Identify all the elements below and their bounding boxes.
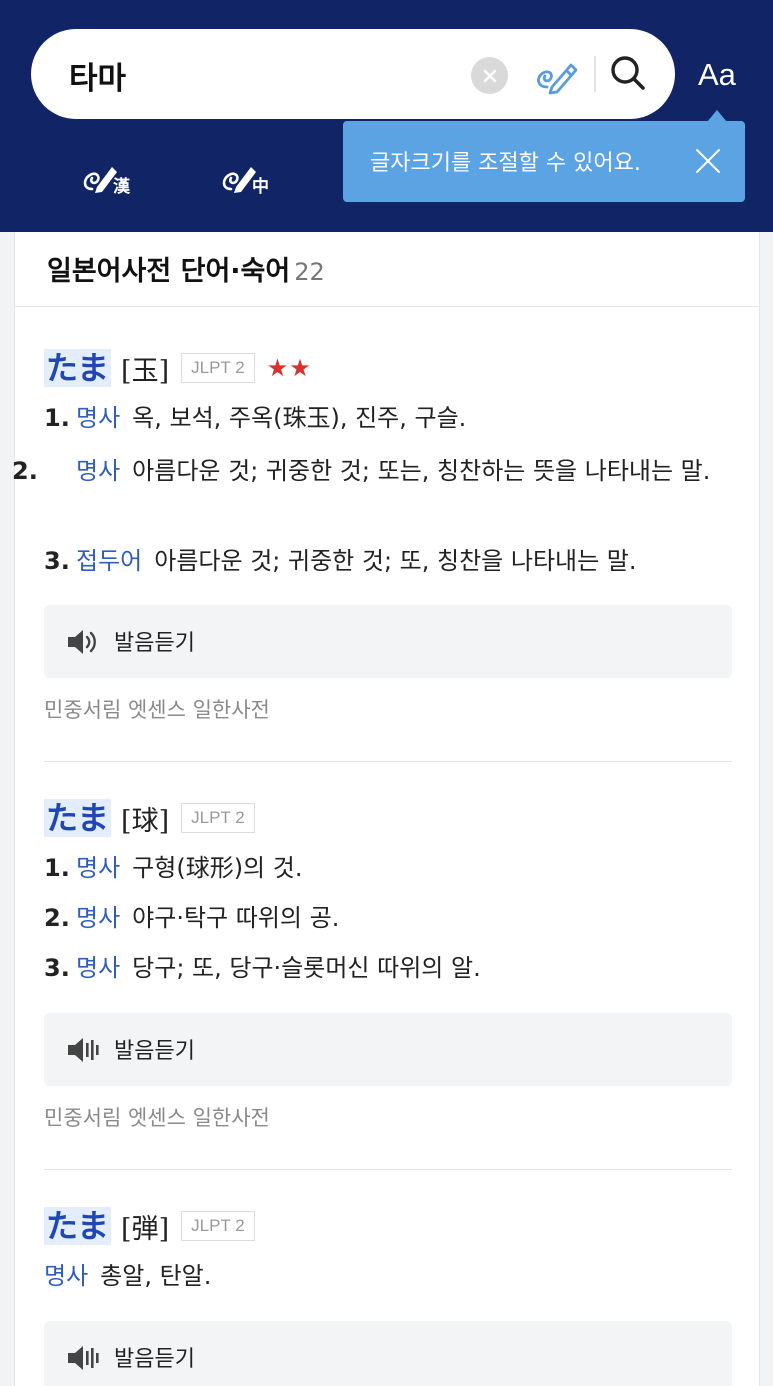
sense-number: 1. — [44, 854, 70, 882]
sense-text: 야구·탁구 따위의 공. — [132, 904, 340, 932]
chinese-handwriting-icon[interactable]: 中 — [221, 153, 277, 197]
sense-text: 구형(球形)의 것. — [132, 854, 303, 882]
pronunciation-button[interactable]: 발음듣기 — [44, 605, 732, 678]
headword-kana[interactable]: たま — [44, 799, 112, 837]
results-card: 일본어사전 단어·숙어 22 たま [玉] JLPT 2 ★★ 1. 명사 옥, 보석… — [12, 232, 760, 1386]
sense-item: 1. 명사 옥, 보석, 주옥(珠玉), 진주, 구슬. — [44, 395, 732, 441]
pronunciation-label: 발음듣기 — [114, 1347, 195, 1372]
sense-text: 당구; 또, 당구·슬롯머신 따위의 알. — [132, 954, 481, 982]
svg-text:漢: 漢 — [113, 176, 131, 197]
dictionary-source: 민중서림 엣센스 일한사전 — [44, 698, 270, 722]
hanja-handwriting-icon[interactable]: 漢 — [82, 153, 138, 197]
sense-number: 2. — [12, 457, 38, 485]
sense-text: 총알, 탄알. — [100, 1262, 212, 1290]
pronunciation-button[interactable]: 발음듣기 — [44, 1321, 732, 1386]
headword-kana[interactable]: たま — [44, 349, 112, 387]
headword-kana[interactable]: たま — [44, 1207, 112, 1245]
sense-item: 명사 총알, 탄알. — [44, 1253, 732, 1299]
clear-search-button[interactable] — [471, 57, 508, 94]
sense-number: 3. — [44, 954, 70, 982]
result-count: 22 — [294, 258, 325, 286]
pronunciation-button[interactable]: 발음듣기 — [44, 1013, 732, 1086]
headword[interactable]: たま [玉] JLPT 2 ★★ — [44, 348, 312, 388]
sense-number: 2. — [44, 904, 70, 932]
entry-divider — [44, 1169, 732, 1170]
speaker-icon — [68, 630, 96, 654]
divider — [15, 306, 759, 307]
headword[interactable]: たま [球] JLPT 2 — [44, 798, 255, 838]
jlpt-badge: JLPT 2 — [181, 353, 255, 383]
section-title: 일본어사전 단어·숙어 22 — [47, 249, 325, 288]
close-icon[interactable] — [695, 148, 721, 174]
part-of-speech-link[interactable]: 명사 — [76, 954, 120, 982]
part-of-speech-link[interactable]: 접두어 — [76, 547, 142, 575]
section-title-text: 일본어사전 단어·숙어 — [47, 256, 291, 287]
sense-text: 아름다운 것; 귀중한 것; 또, 칭찬을 나타내는 말. — [154, 547, 637, 575]
sense-text: 아름다운 것; 귀중한 것; 또는, 칭찬하는 뜻을 나타내는 말. — [132, 457, 711, 485]
dictionary-source: 민중서림 엣센스 일한사전 — [44, 1106, 270, 1130]
search-icon[interactable] — [608, 51, 648, 95]
svg-text:中: 中 — [252, 176, 269, 197]
jlpt-badge: JLPT 2 — [181, 1211, 255, 1241]
jlpt-badge: JLPT 2 — [181, 803, 255, 833]
importance-stars: ★★ — [266, 354, 312, 382]
sense-item: 2. 명사 아름다운 것; 귀중한 것; 또는, 칭찬하는 뜻을 나타내는 말. — [12, 448, 732, 494]
sense-item: 3. 명사 당구; 또, 당구·슬롯머신 따위의 알. — [44, 945, 732, 991]
pronunciation-label: 발음듣기 — [114, 1039, 195, 1064]
pronunciation-label: 발음듣기 — [114, 631, 195, 656]
search-bar[interactable]: 타마 — [31, 29, 675, 119]
part-of-speech-link[interactable]: 명사 — [76, 404, 120, 432]
sense-number: 1. — [44, 404, 70, 432]
font-size-tooltip: 글자크기를 조절할 수 있어요. — [343, 110, 745, 202]
part-of-speech-link[interactable]: 명사 — [44, 1262, 88, 1290]
headword-kanji: [球] — [121, 805, 170, 837]
sense-number: 3. — [44, 547, 70, 575]
sense-item: 2. 명사 야구·탁구 따위의 공. — [44, 895, 732, 941]
headword-kanji: [弾] — [121, 1213, 170, 1245]
part-of-speech-link[interactable]: 명사 — [76, 854, 120, 882]
clear-icon — [483, 69, 496, 82]
speaker-icon — [68, 1038, 99, 1062]
font-size-button[interactable]: Aa — [698, 57, 736, 93]
part-of-speech-link[interactable]: 명사 — [76, 904, 120, 932]
search-divider — [594, 56, 596, 92]
sense-text: 옥, 보석, 주옥(珠玉), 진주, 구슬. — [132, 404, 467, 432]
sense-item: 3. 접두어 아름다운 것; 귀중한 것; 또, 칭찬을 나타내는 말. — [44, 538, 732, 584]
handwriting-icon[interactable] — [531, 51, 579, 99]
headword-kanji: [玉] — [121, 355, 170, 387]
part-of-speech-link[interactable]: 명사 — [76, 457, 120, 485]
entry-divider — [44, 761, 732, 762]
sense-item: 1. 명사 구형(球形)의 것. — [44, 845, 732, 891]
search-input[interactable]: 타마 — [69, 53, 126, 98]
headword[interactable]: たま [弾] JLPT 2 — [44, 1206, 255, 1246]
app-header: 타마 Aa 漢 中 글자크기를 조절할 수 있어요. — [0, 0, 773, 232]
tooltip-arrow — [707, 110, 727, 122]
speaker-icon — [68, 1346, 99, 1370]
tooltip-text: 글자크기를 조절할 수 있어요. — [370, 151, 641, 176]
